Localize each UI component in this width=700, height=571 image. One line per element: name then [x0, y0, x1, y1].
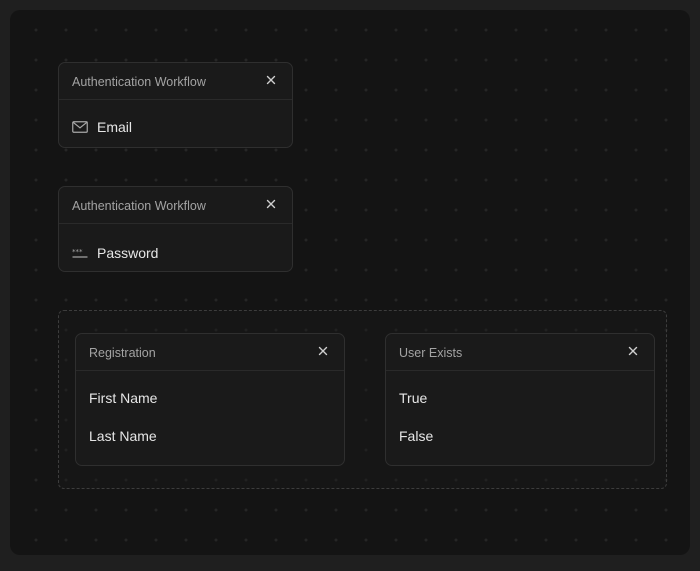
- mail-icon: [72, 121, 88, 133]
- card-title: User Exists: [399, 346, 463, 360]
- card-header: Authentication Workflow: [59, 187, 292, 224]
- close-button[interactable]: [316, 344, 330, 358]
- list-item-first-name[interactable]: First Name: [89, 390, 157, 406]
- svg-text:***: ***: [72, 248, 83, 256]
- close-button[interactable]: [264, 197, 278, 211]
- email-field[interactable]: Email: [72, 119, 132, 135]
- close-icon: [318, 346, 328, 356]
- email-node-card[interactable]: Authentication Workflow Email: [58, 62, 293, 148]
- list-item-true[interactable]: True: [399, 390, 427, 406]
- card-title: Authentication Workflow: [72, 75, 206, 89]
- card-header: User Exists: [386, 334, 654, 371]
- card-title: Registration: [89, 346, 156, 360]
- password-node-card[interactable]: Authentication Workflow *** Password: [58, 186, 293, 272]
- field-label: Email: [97, 119, 133, 135]
- user-exists-node-card[interactable]: User Exists True False: [385, 333, 655, 466]
- password-icon: ***: [72, 247, 88, 259]
- close-icon: [266, 199, 276, 209]
- field-label: Password: [97, 245, 159, 261]
- list-item-false[interactable]: False: [399, 428, 433, 444]
- card-title: Authentication Workflow: [72, 199, 206, 213]
- registration-node-card[interactable]: Registration First Name Last Name: [75, 333, 345, 466]
- close-button[interactable]: [264, 73, 278, 87]
- card-header: Authentication Workflow: [59, 63, 292, 100]
- card-header: Registration: [76, 334, 344, 371]
- password-field[interactable]: *** Password: [72, 245, 158, 261]
- app-frame: Authentication Workflow Email Authentica…: [0, 0, 700, 571]
- list-item-last-name[interactable]: Last Name: [89, 428, 157, 444]
- close-icon: [266, 75, 276, 85]
- node-group[interactable]: Registration First Name Last Name User E…: [58, 310, 667, 489]
- close-button[interactable]: [626, 344, 640, 358]
- close-icon: [628, 346, 638, 356]
- workflow-canvas[interactable]: Authentication Workflow Email Authentica…: [10, 10, 690, 555]
